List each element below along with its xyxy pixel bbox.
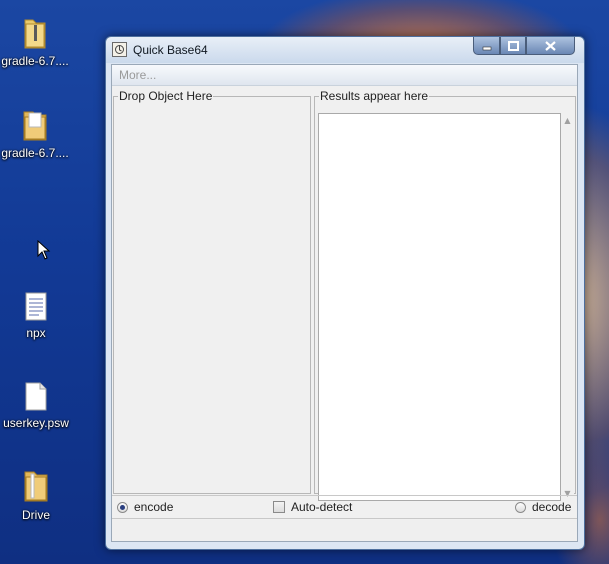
status-bar — [112, 520, 577, 541]
auto-detect-label: Auto-detect — [291, 500, 353, 514]
decode-option[interactable]: decode — [515, 500, 571, 514]
mouse-cursor-icon — [37, 240, 51, 260]
desktop-icon-gradle-folder[interactable]: gradle-6.7.... — [0, 108, 70, 160]
window-title: Quick Base64 — [133, 43, 208, 57]
close-button[interactable] — [526, 37, 575, 55]
desktop-icon-userkey[interactable]: userkey.psw — [1, 382, 71, 430]
folder-zip-icon — [24, 19, 46, 49]
scroll-up-arrow-icon[interactable]: ▲ — [563, 116, 572, 125]
folder-icon — [24, 471, 48, 502]
drop-object-panel[interactable]: Drop Object Here — [113, 89, 311, 494]
results-panel: Results appear here ▲ ▼ — [314, 89, 576, 501]
decode-radio[interactable] — [515, 501, 526, 513]
quick-base64-window: Quick Base64 More... Drop Object Here Re… — [105, 36, 585, 550]
auto-detect-option[interactable]: Auto-detect — [273, 500, 352, 514]
results-panel-legend: Results appear here — [320, 89, 429, 103]
close-icon — [545, 40, 556, 51]
minimize-icon — [482, 46, 491, 50]
desktop-icon-label: npx — [26, 326, 46, 340]
drop-panel-legend: Drop Object Here — [119, 89, 213, 103]
maximize-icon — [507, 40, 519, 51]
results-scrollbar[interactable]: ▲ ▼ — [561, 113, 574, 501]
encode-label: encode — [134, 500, 174, 514]
text-document-icon — [25, 292, 47, 321]
desktop-icon-label: Drive — [21, 508, 50, 522]
folder-icon — [23, 111, 47, 141]
app-icon — [112, 42, 127, 57]
title-bar[interactable]: Quick Base64 — [106, 37, 584, 63]
desktop-icon-label: gradle-6.7.... — [1, 54, 69, 68]
options-bar: encode Auto-detect decode — [112, 495, 577, 519]
window-client-area: More... Drop Object Here Results appear … — [111, 64, 578, 542]
desktop-icon-gradle-zip[interactable]: gradle-6.7.... — [0, 16, 70, 68]
blank-document-icon — [25, 382, 47, 411]
results-textarea[interactable] — [318, 113, 561, 501]
desktop-icon-npx[interactable]: npx — [1, 292, 71, 340]
auto-detect-checkbox[interactable] — [273, 501, 285, 513]
encode-radio[interactable] — [117, 501, 128, 513]
desktop-icon-drive[interactable]: Drive — [1, 468, 71, 522]
desktop-icon-label: gradle-6.7.... — [1, 146, 69, 160]
minimize-button[interactable] — [473, 37, 500, 55]
desktop-icon-label: userkey.psw — [3, 416, 69, 430]
decode-label: decode — [532, 500, 572, 514]
menu-bar: More... — [112, 65, 577, 86]
menu-more[interactable]: More... — [119, 68, 156, 82]
maximize-button[interactable] — [500, 37, 526, 55]
encode-option[interactable]: encode — [117, 500, 173, 514]
